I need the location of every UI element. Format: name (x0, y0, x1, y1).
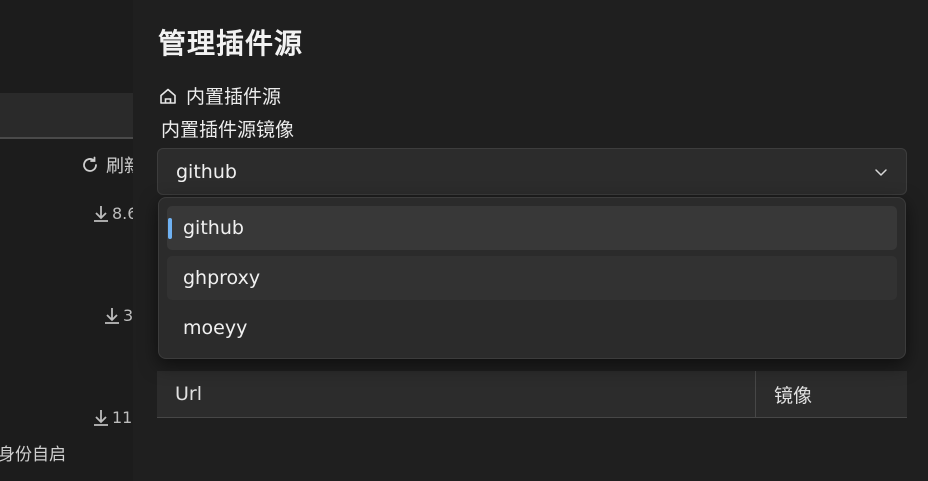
download-count: 8.6 (93, 204, 137, 223)
mirror-select[interactable]: github (157, 148, 907, 195)
chevron-down-icon (875, 168, 887, 176)
download-count: 3 (104, 306, 133, 325)
download-icon (105, 307, 119, 324)
download-count-value: 11 (112, 408, 133, 427)
download-count-value: 3 (123, 306, 134, 325)
option-label: github (183, 217, 244, 239)
app-root: 刷新 8.6 3 11 身份自启 管理插件源 内置插件源 内置插件源镜像 git… (0, 0, 928, 481)
refresh-icon (83, 156, 97, 172)
mirror-option-moeyy[interactable]: moeyy (167, 306, 897, 350)
option-label: ghproxy (183, 267, 261, 289)
section-title: 内置插件源 (186, 86, 282, 108)
autostart-text: 身份自启 (0, 445, 66, 465)
column-header-mirror[interactable]: 镜像 (756, 371, 907, 417)
download-count: 11 (93, 408, 132, 427)
column-header-url[interactable]: Url (157, 371, 756, 417)
option-label: moeyy (183, 317, 248, 339)
sources-table-header: Url 镜像 (157, 371, 907, 418)
background-header-band (0, 93, 140, 139)
manage-plugin-sources-dialog: 管理插件源 内置插件源 内置插件源镜像 github github ghprox… (133, 0, 928, 481)
mirror-dropdown-list: github ghproxy moeyy (158, 197, 906, 359)
mirror-option-ghproxy[interactable]: ghproxy (167, 256, 897, 300)
home-icon (160, 88, 176, 104)
mirror-field-label: 内置插件源镜像 (161, 119, 295, 141)
mirror-option-github[interactable]: github (167, 206, 897, 250)
selected-indicator (168, 218, 172, 239)
builtin-source-section: 内置插件源 (158, 82, 281, 109)
dialog-title: 管理插件源 (158, 27, 304, 60)
mirror-select-value: github (176, 160, 237, 183)
download-icon (94, 409, 108, 426)
download-icon (94, 205, 108, 222)
